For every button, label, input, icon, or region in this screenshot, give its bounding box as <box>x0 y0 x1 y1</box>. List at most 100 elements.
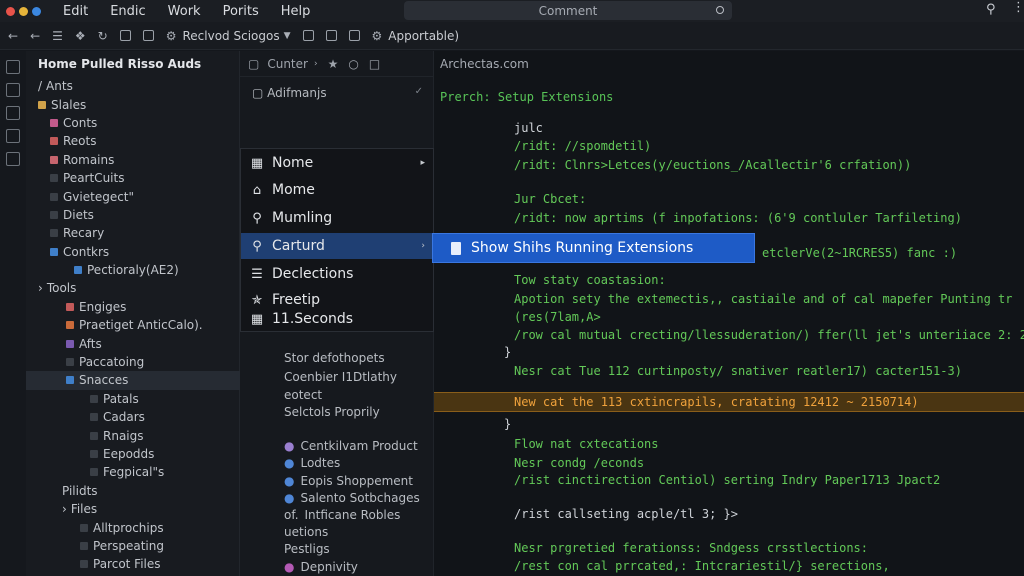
menu-item-carturd[interactable]: ⚲ Carturd › <box>241 233 433 259</box>
tree-item[interactable]: Alltprochips <box>26 518 240 536</box>
tree-item[interactable]: Parcot Files <box>26 555 240 573</box>
source-control-icon[interactable] <box>6 106 20 120</box>
pin-icon[interactable]: ★ <box>328 57 339 71</box>
menu-item-mome[interactable]: ⌂ Mome <box>241 177 433 203</box>
menu-item-mumling[interactable]: ⚲ Mumling <box>241 205 433 231</box>
code-line: Tow staty coastasion: <box>514 273 666 287</box>
extensions-icon[interactable] <box>6 152 20 166</box>
tree-item[interactable]: Eepodds <box>26 445 240 463</box>
app-selector-label: Apportable) <box>388 28 460 43</box>
outline-item[interactable]: of. Intficane Robles <box>240 506 434 524</box>
toolbar: ← ← ☰ ❖ ↻ ⚙ Reclvod Sciogos ▼ ⚙ Apportab… <box>0 22 1024 50</box>
menu-edit[interactable]: Edit <box>63 4 88 19</box>
tree-item[interactable]: Conts <box>26 114 240 132</box>
outline-item[interactable]: uetions <box>240 523 434 541</box>
minimize-window-icon[interactable] <box>19 6 28 16</box>
debug-icon[interactable] <box>6 129 20 143</box>
tree-item[interactable]: › Files <box>26 500 240 518</box>
tree-item[interactable]: Engiges <box>26 298 240 316</box>
outline-item[interactable]: eotect <box>240 386 434 404</box>
outline-item[interactable]: ● Depnivity <box>240 558 434 576</box>
clock-icon[interactable]: ○ <box>348 57 358 71</box>
record-icon <box>716 6 724 14</box>
check-icon: ✓ <box>414 86 423 97</box>
tree-item[interactable]: Afts <box>26 334 240 352</box>
code-line: /row cal mutual crecting/llessuderation/… <box>514 328 1024 342</box>
menu-help[interactable]: Help <box>281 4 311 19</box>
outline-item[interactable]: ● Centkilvam Product <box>240 437 434 455</box>
tree-item[interactable]: Reots <box>26 132 240 150</box>
tree-item[interactable]: Fegpical"s <box>26 463 240 481</box>
outline-item[interactable]: Stor defothopets <box>240 349 434 367</box>
zoom-window-icon[interactable] <box>32 6 41 16</box>
build-icon[interactable] <box>302 30 314 41</box>
menu-work[interactable]: Work <box>168 4 201 19</box>
panel-icon[interactable] <box>348 30 360 41</box>
outline-tab-label[interactable]: Cunter <box>267 57 308 71</box>
code-line: (res(7lam,A> <box>514 310 601 324</box>
editor-tab[interactable]: Archectas.com <box>440 57 529 71</box>
page-icon[interactable] <box>142 30 154 41</box>
tree-item[interactable]: Cadars <box>26 408 240 426</box>
tree-item[interactable]: PeartCuits <box>26 169 240 187</box>
split-icon[interactable]: ❖ <box>75 29 86 43</box>
code-line: } <box>504 417 512 431</box>
tree-item[interactable]: Praetiget AnticCalo). <box>26 316 240 334</box>
split-editor-icon[interactable]: □ <box>369 57 380 71</box>
command-center[interactable]: Comment <box>404 1 732 20</box>
tree-item[interactable]: › Tools <box>26 279 240 297</box>
app-selector[interactable]: ⚙ Apportable) <box>372 29 460 43</box>
run-config-label: Reclvod Sciogos <box>182 28 280 43</box>
tree-item[interactable]: Paccatoing <box>26 353 240 371</box>
outline-item[interactable]: ● Lodtes <box>240 454 434 472</box>
menu-item-declections[interactable]: ☰ Declections <box>241 261 433 287</box>
tree-item[interactable]: Romains <box>26 151 240 169</box>
outline-item[interactable]: Pestligs <box>240 540 434 558</box>
chevron-right-icon: › <box>313 58 318 69</box>
menu-endic[interactable]: Endic <box>110 4 145 19</box>
document-icon[interactable] <box>119 30 131 41</box>
gear-icon: ⚙ <box>165 28 177 43</box>
grid-icon: ▦ <box>250 155 264 171</box>
search-panel-icon[interactable] <box>6 83 20 97</box>
home-icon: ⌂ <box>252 182 262 198</box>
menu-item-seconds[interactable]: ▦ 11.Seconds <box>241 306 433 332</box>
code-line: Nesr condg /econds <box>514 456 645 470</box>
file-tree: / Ants Slales Conts Reots Romains PeartCu… <box>26 77 240 574</box>
code-line: /rist callseting acple/tl 3; }> <box>514 507 738 521</box>
list-icon[interactable]: ☰ <box>52 29 63 43</box>
menu-item-nome[interactable]: ▦ Nome ▸ <box>241 150 433 176</box>
explorer-icon[interactable] <box>6 60 20 74</box>
tree-item[interactable]: Pilidts <box>26 482 240 500</box>
search-icon[interactable]: ⚲ <box>986 2 996 17</box>
run-config-dropdown[interactable]: ⚙ Reclvod Sciogos ▼ <box>166 29 291 43</box>
outline-item[interactable]: Selctols Proprily <box>240 403 434 421</box>
submenu-item-label: Show Shihs Running Extensions <box>471 240 694 256</box>
forward-icon[interactable]: ← <box>30 29 40 43</box>
tree-item[interactable]: Pectioraly(AE2) <box>26 261 240 279</box>
tree-item[interactable]: / Ants <box>26 77 240 95</box>
app-icon: ⚙ <box>371 28 383 43</box>
back-icon[interactable]: ← <box>8 29 18 43</box>
deploy-icon[interactable] <box>325 30 337 41</box>
tree-item[interactable]: Gvietegect" <box>26 187 240 205</box>
tree-item-selected[interactable]: Snacces <box>26 371 240 390</box>
tree-item[interactable]: Slales <box>26 95 240 113</box>
tree-item[interactable]: Recary <box>26 224 240 242</box>
outline-item[interactable]: ● Eopis Shoppement <box>240 472 434 490</box>
menu-porits[interactable]: Porits <box>223 4 259 19</box>
submenu-show-running-extensions[interactable]: Show Shihs Running Extensions <box>432 233 755 263</box>
code-line: /ridt: //spomdetil) <box>514 139 652 153</box>
code-editor[interactable]: Archectas.com Prerch: Setup Extensions N… <box>434 51 1024 576</box>
editor-heading: Prerch: Setup Extensions <box>440 90 614 104</box>
more-icon[interactable]: ⋮ <box>1012 0 1024 15</box>
close-window-icon[interactable] <box>6 6 15 16</box>
tree-item[interactable]: Patals <box>26 390 240 408</box>
outline-item[interactable]: ● Salento Sotbchages <box>240 489 434 507</box>
tree-item[interactable]: Rnaigs <box>26 426 240 444</box>
tree-item[interactable]: Contkrs <box>26 243 240 261</box>
tree-item[interactable]: Diets <box>26 206 240 224</box>
outline-item[interactable]: Coenbier I1Dtlathy <box>240 368 434 386</box>
refresh-icon[interactable]: ↻ <box>98 29 108 43</box>
tree-item[interactable]: Perspeating <box>26 537 240 555</box>
